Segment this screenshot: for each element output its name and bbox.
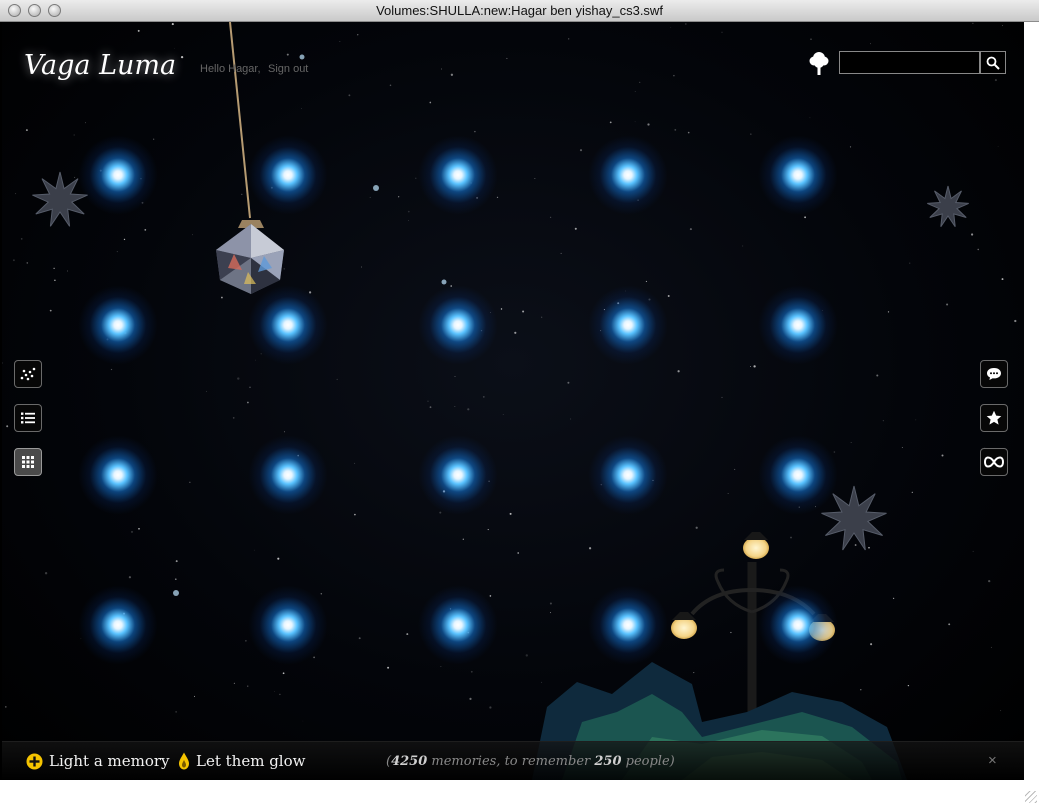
memory-light[interactable] <box>248 135 328 215</box>
bottom-margin <box>0 780 1039 805</box>
list-icon <box>21 412 35 424</box>
memory-light[interactable] <box>248 585 328 665</box>
memory-light[interactable] <box>78 435 158 515</box>
memory-count-text: (4250 memories, to remember 250 people) <box>386 754 675 769</box>
speech-bubble-icon <box>987 368 1001 380</box>
memory-light[interactable] <box>418 435 498 515</box>
starfield-background <box>2 22 1017 780</box>
memory-light[interactable] <box>248 435 328 515</box>
window-titlebar: Volumes:SHULLA:new:Hagar ben yishay_cs3.… <box>0 0 1039 22</box>
memory-light[interactable] <box>78 585 158 665</box>
brand-logo[interactable]: Vaga Luma <box>24 50 176 81</box>
window-title: Volumes:SHULLA:new:Hagar ben yishay_cs3.… <box>376 3 663 18</box>
infinity-button[interactable] <box>980 448 1008 476</box>
bottom-bar: Light a memory Let them glow (4250 memor… <box>2 741 1024 780</box>
memory-light[interactable] <box>248 285 328 365</box>
memory-light[interactable] <box>78 285 158 365</box>
light-a-memory-label: Light a memory <box>49 752 170 770</box>
memory-light[interactable] <box>418 585 498 665</box>
memory-light[interactable] <box>418 135 498 215</box>
memory-light[interactable] <box>758 285 838 365</box>
grid-icon <box>22 456 34 468</box>
comments-button[interactable] <box>980 360 1008 388</box>
favorites-button[interactable] <box>980 404 1008 432</box>
memory-light[interactable] <box>588 135 668 215</box>
star-icon <box>986 410 1002 425</box>
let-them-glow-label: Let them glow <box>196 752 306 770</box>
infinity-icon <box>984 456 1004 468</box>
close-bar-button[interactable]: × <box>988 753 997 769</box>
sign-out-link[interactable]: Sign out <box>268 63 308 75</box>
right-margin <box>1024 22 1039 790</box>
let-them-glow-button[interactable]: Let them glow <box>178 752 305 770</box>
memory-light[interactable] <box>758 435 838 515</box>
plus-circle-icon <box>26 753 43 769</box>
memory-light[interactable] <box>758 135 838 215</box>
grid-view-button[interactable] <box>14 448 42 476</box>
memory-light[interactable] <box>78 135 158 215</box>
flame-drop-icon <box>179 752 189 770</box>
search-input[interactable] <box>839 51 980 74</box>
tree-icon[interactable] <box>808 50 830 81</box>
people-count: 250 <box>594 754 622 769</box>
search-button[interactable] <box>980 51 1006 74</box>
scatter-view-button[interactable] <box>14 360 42 388</box>
scatter-dots-icon <box>20 367 36 381</box>
memory-light[interactable] <box>588 585 668 665</box>
memory-light[interactable] <box>418 285 498 365</box>
memory-light[interactable] <box>588 435 668 515</box>
memory-scene: Vaga Luma Hello Hagar, Sign out Light a … <box>2 22 1024 780</box>
memory-light[interactable] <box>588 285 668 365</box>
memory-light[interactable] <box>758 585 838 665</box>
greeting-text: Hello Hagar, <box>200 63 261 75</box>
light-a-memory-button[interactable]: Light a memory <box>26 752 170 770</box>
list-view-button[interactable] <box>14 404 42 432</box>
search-icon <box>986 56 1000 70</box>
resize-grip[interactable] <box>1025 791 1037 803</box>
memories-count: 4250 <box>391 754 428 769</box>
